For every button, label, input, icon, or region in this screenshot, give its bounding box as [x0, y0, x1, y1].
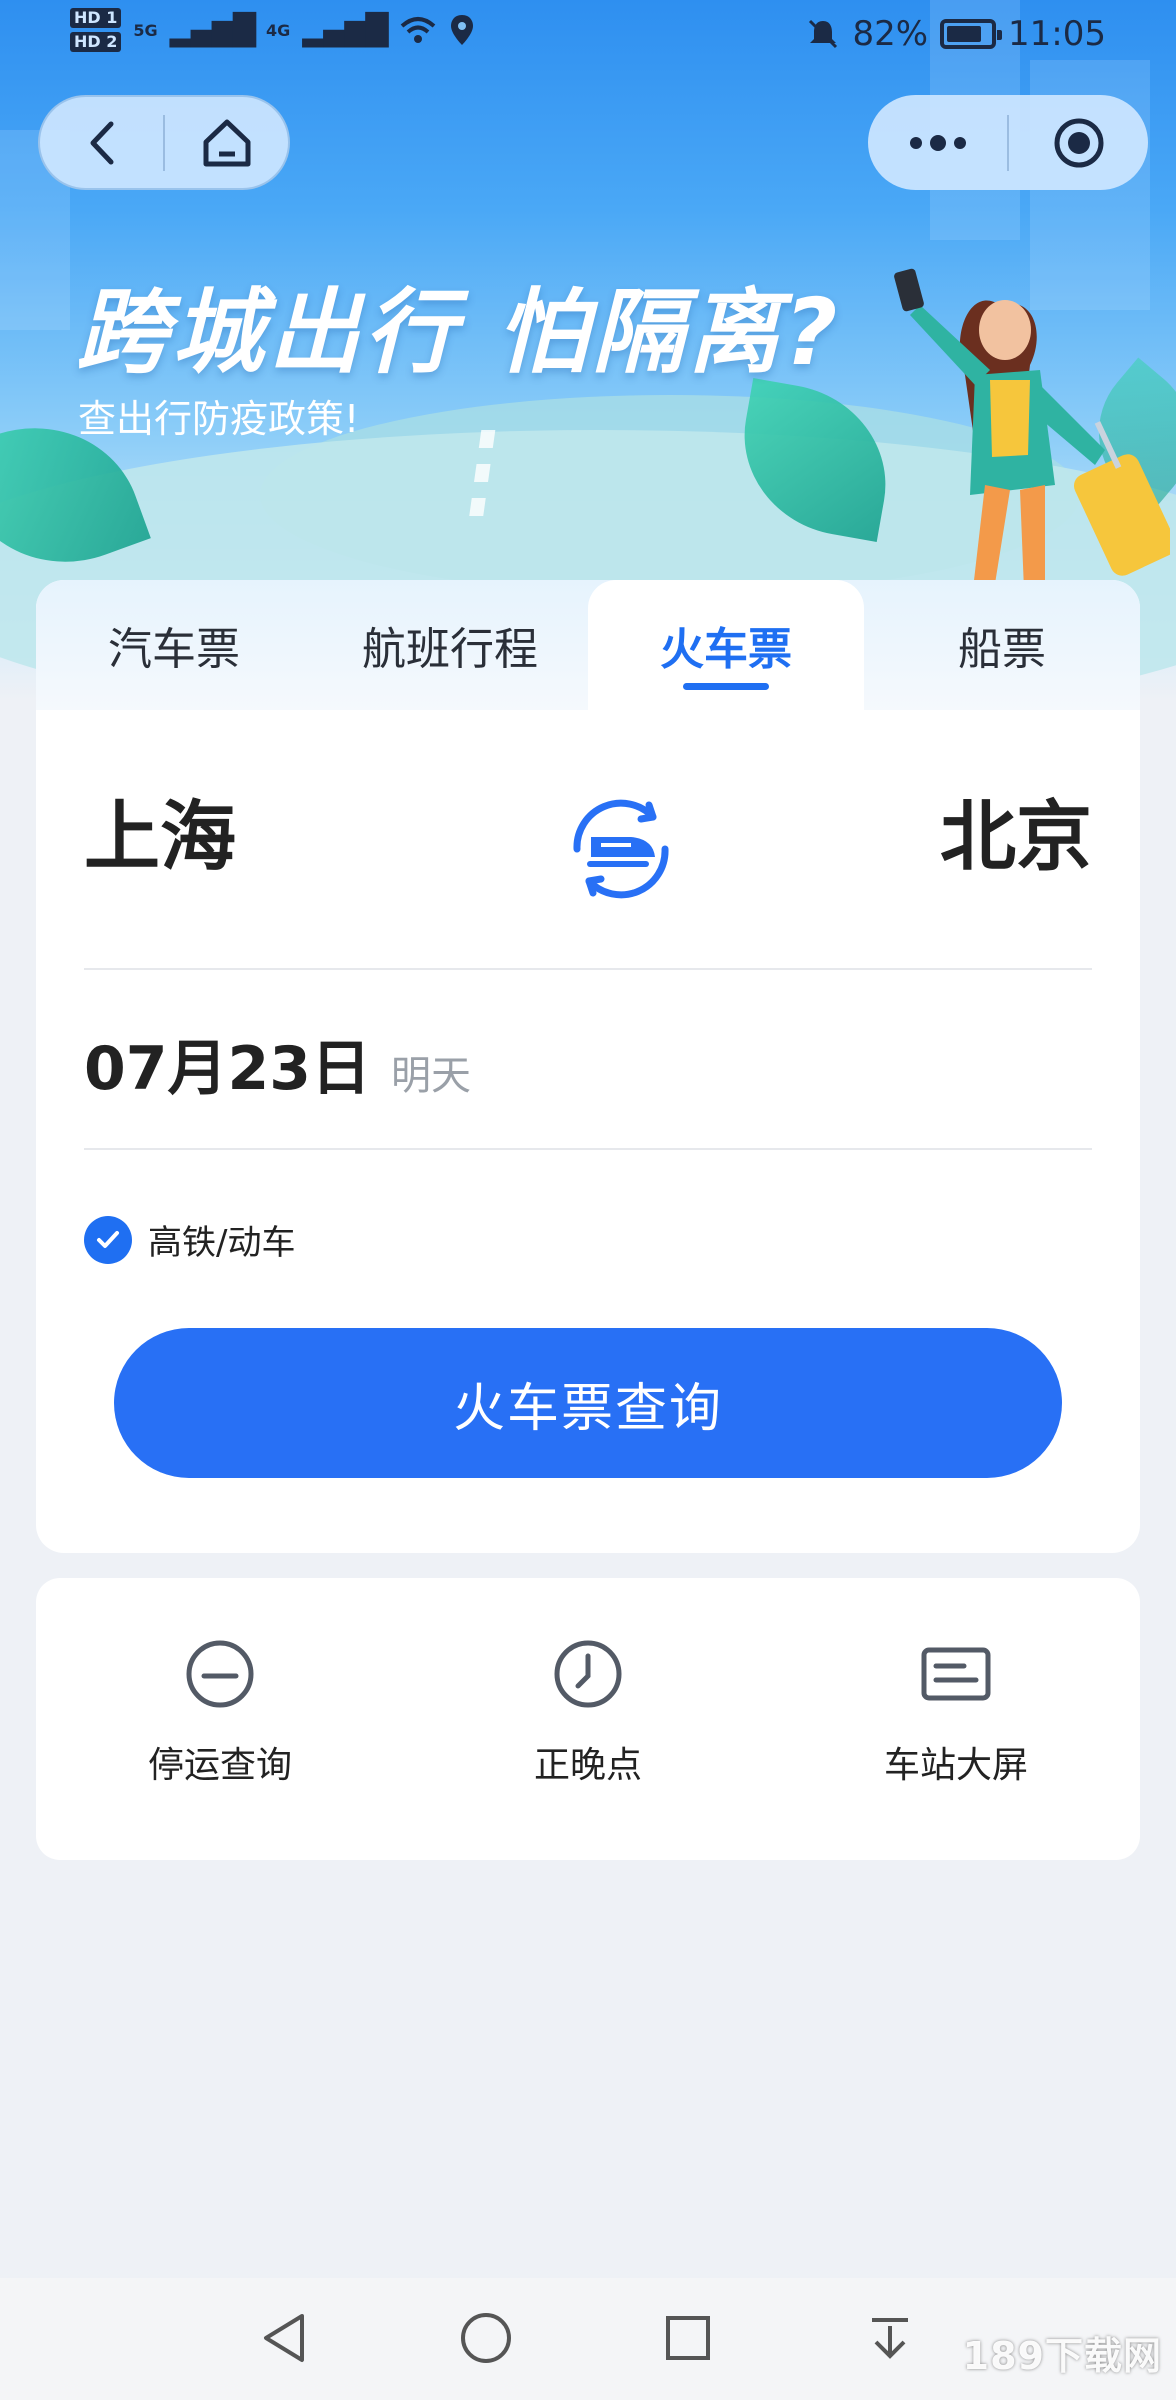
hd2-badge: HD 2 [70, 32, 122, 52]
close-miniprogram-button[interactable] [1009, 95, 1148, 190]
travel-day-label: 明天 [391, 1053, 471, 1099]
home-button[interactable] [165, 95, 288, 190]
status-left: HD 1 HD 2 5G ▂▄▆█ 4G ▂▄▆█ [70, 8, 475, 52]
hero-subtitle: 查出行防疫政策! [78, 397, 360, 441]
tab-ship[interactable]: 船票 [864, 580, 1140, 710]
tab-label: 船票 [958, 624, 1046, 675]
clock-icon [554, 1640, 622, 1708]
nav-back-button[interactable] [252, 2306, 316, 2370]
watermark: 189下载网 [963, 2325, 1162, 2380]
quick-link-label: 车站大屏 [883, 1745, 1028, 1786]
circle-home-icon [461, 2313, 511, 2363]
triangle-back-icon [264, 2314, 304, 2362]
miniprogram-capsule [868, 95, 1148, 190]
location-icon [450, 15, 473, 45]
hd1-badge: HD 1 [70, 8, 122, 28]
battery-level [947, 26, 982, 42]
divider [84, 1148, 1092, 1150]
date-picker[interactable]: 07月23日 明天 [84, 1020, 471, 1107]
search-train-button[interactable]: 火车票查询 [114, 1328, 1062, 1478]
ticket-tabs: 汽车票 航班行程 火车票 船票 [36, 580, 1140, 710]
signal-icon: ▂▄▆█ [302, 12, 388, 48]
network-4g-label: 4G [265, 20, 291, 40]
station-board-icon [921, 1647, 991, 1701]
watermark-text: 189下载网 [962, 2334, 1162, 2378]
high-speed-filter[interactable]: 高铁/动车 [84, 1215, 295, 1264]
traveler-illustration [894, 268, 1170, 615]
more-button[interactable] [868, 95, 1007, 190]
more-dots-icon [909, 134, 966, 151]
battery-percent: 82% [852, 14, 929, 54]
battery-icon [940, 19, 1003, 49]
home-icon [203, 119, 250, 166]
quick-links-card: 停运查询 正晚点 车站大屏 [36, 1578, 1140, 1860]
status-right: 82% 11:05 [806, 14, 1106, 54]
status-bar: HD 1 HD 2 5G ▂▄▆█ 4G ▂▄▆█ 82% 11:05 [0, 0, 1176, 72]
suspension-icon [186, 1640, 254, 1708]
divider [84, 968, 1092, 970]
tab-train[interactable]: 火车票 [588, 580, 864, 710]
tab-flight[interactable]: 航班行程 [312, 580, 588, 710]
quick-link-label: 正晚点 [533, 1745, 642, 1786]
checkbox-checked-icon[interactable] [84, 1215, 132, 1264]
hero-title: 跨城出行 怕隔离? [76, 279, 842, 386]
network-5g-label: 5G [133, 20, 158, 40]
hd-tags: HD 1 HD 2 [70, 8, 122, 52]
nav-home-button[interactable] [454, 2306, 518, 2370]
wifi-icon [400, 17, 435, 43]
departure-city[interactable]: 上海 [84, 775, 236, 885]
ticket-search-card: 汽车票 航班行程 火车票 船票 上海 北京 07月23日 明天 高铁/动车 火车… [36, 580, 1140, 1553]
travel-date: 07月23日 [84, 1034, 371, 1104]
route-row: 上海 北京 [84, 710, 1092, 950]
square-recents-icon [666, 2316, 710, 2360]
mute-bell-icon [809, 19, 838, 49]
tab-label: 火车票 [660, 624, 792, 675]
nav-recents-button[interactable] [656, 2306, 720, 2370]
tab-label: 汽车票 [108, 624, 240, 675]
tab-label: 航班行程 [362, 624, 538, 675]
back-button[interactable] [40, 95, 163, 190]
active-tab-indicator [683, 683, 769, 690]
swap-train-icon[interactable] [557, 785, 685, 913]
quick-link-station-board[interactable]: 车站大屏 [772, 1578, 1140, 1860]
nav-capsule [38, 95, 290, 190]
tab-bus[interactable]: 汽车票 [36, 580, 312, 710]
back-arrow-icon [90, 121, 113, 164]
nav-notification-button[interactable] [858, 2306, 922, 2370]
clock-time: 11:05 [1008, 14, 1106, 54]
target-close-icon [1054, 118, 1103, 167]
pull-down-icon [872, 2318, 908, 2359]
quick-link-suspension[interactable]: 停运查询 [36, 1578, 404, 1860]
signal-icon: ▂▄▆█ [169, 12, 256, 48]
quick-link-punctuality[interactable]: 正晚点 [404, 1578, 772, 1860]
arrival-city[interactable]: 北京 [940, 775, 1092, 885]
filter-label: 高铁/动车 [148, 1223, 296, 1263]
check-icon [97, 1230, 119, 1248]
quick-link-label: 停运查询 [147, 1745, 292, 1786]
